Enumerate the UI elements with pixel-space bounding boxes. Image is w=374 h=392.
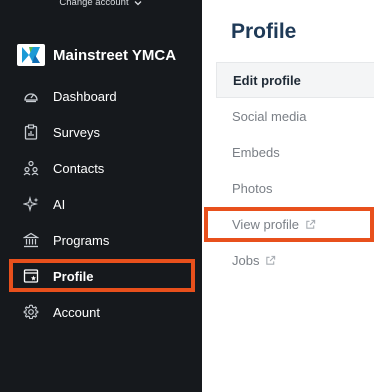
sidebar-item-label: Profile [53,268,94,284]
submenu-item-embeds[interactable]: Embeds [216,134,374,170]
gauge-icon [22,87,40,105]
chevron-down-icon [134,0,142,5]
profile-submenu: Edit profile Social media Embeds Photos … [216,62,374,278]
page-title: Profile [231,20,297,43]
sidebar-item-ai[interactable]: AI [0,186,202,222]
submenu-item-label: View profile [232,216,299,232]
submenu-item-social-media[interactable]: Social media [216,98,374,134]
submenu-item-label: Jobs [232,252,260,268]
people-icon [22,159,40,177]
external-link-icon [266,255,276,265]
sidebar-item-label: Account [53,304,100,320]
organization-header[interactable]: Mainstreet YMCA [17,44,176,66]
sidebar-nav: Dashboard Surveys Contacts AI Programs P… [0,78,202,330]
submenu-item-jobs[interactable]: Jobs [216,242,374,278]
sidebar-item-account[interactable]: Account [0,294,202,330]
sidebar: Change account Mainstreet YMCA Dashboard [0,0,202,392]
sidebar-item-label: Programs [53,232,110,248]
submenu-item-photos[interactable]: Photos [216,170,374,206]
sidebar-item-surveys[interactable]: Surveys [0,114,202,150]
external-link-icon [306,219,316,229]
submenu-item-label: Edit profile [233,72,301,88]
clipboard-chart-icon [22,123,40,141]
submenu-item-edit-profile[interactable]: Edit profile [216,62,374,98]
sidebar-item-contacts[interactable]: Contacts [0,150,202,186]
main-content: Profile Edit profile Social media Embeds… [202,0,374,392]
submenu-item-label: Photos [232,180,273,196]
sidebar-item-label: Contacts [53,160,105,176]
change-account-button[interactable]: Change account [0,0,202,8]
profile-star-icon [22,267,40,285]
sidebar-item-profile[interactable]: Profile [0,258,202,294]
submenu-item-label: Social media [232,108,307,124]
ymca-logo-icon [17,44,45,66]
submenu-item-label: Embeds [232,144,280,160]
sidebar-item-label: AI [53,196,66,212]
sidebar-item-label: Surveys [53,124,100,140]
institution-icon [22,231,40,249]
submenu-item-view-profile[interactable]: View profile [216,206,374,242]
sidebar-item-dashboard[interactable]: Dashboard [0,78,202,114]
org-name: Mainstreet YMCA [53,46,177,64]
sidebar-item-programs[interactable]: Programs [0,222,202,258]
change-account-label: Change account [59,0,129,8]
sidebar-item-label: Dashboard [53,88,117,104]
gear-icon [22,303,40,321]
sparkle-icon [22,195,40,213]
